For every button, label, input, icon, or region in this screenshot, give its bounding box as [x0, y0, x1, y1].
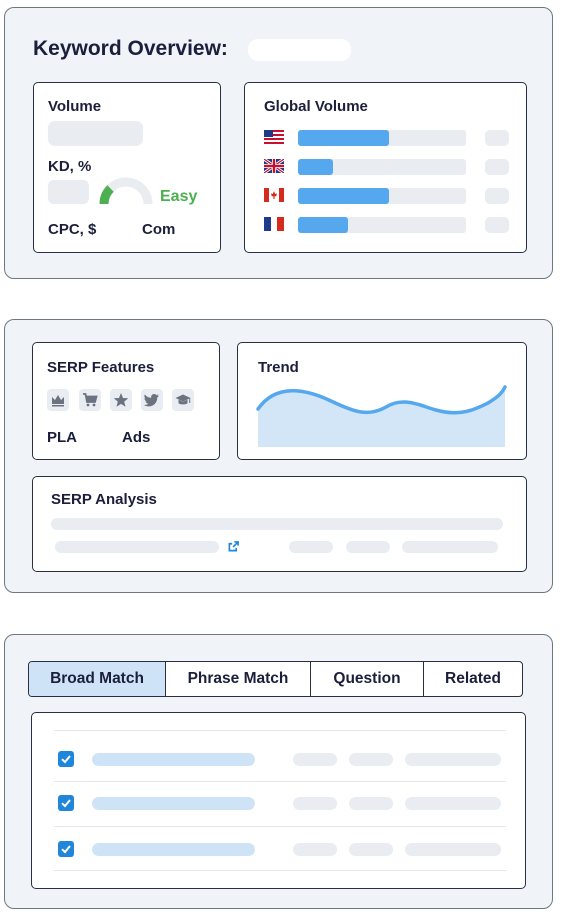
volume-value-placeholder — [48, 121, 143, 146]
row-metric-1a — [293, 753, 337, 766]
serp-result-url — [55, 541, 219, 553]
trend-card: Trend — [237, 342, 527, 460]
global-volume-card: Global Volume — [244, 82, 527, 253]
serp-analysis-label: SERP Analysis — [51, 491, 157, 508]
ca-volume-value — [485, 188, 509, 204]
twitter-icon — [141, 389, 163, 411]
keyword-cell-2 — [92, 797, 255, 810]
graduation-cap-icon — [172, 389, 194, 411]
difficulty-gauge — [99, 177, 153, 205]
kd-value-placeholder — [48, 180, 89, 204]
serp-analysis-bar — [51, 518, 503, 530]
crown-icon — [47, 389, 69, 411]
serp-features-label: SERP Features — [47, 359, 155, 376]
uk-flag-icon — [264, 159, 284, 173]
trend-label: Trend — [258, 359, 299, 376]
us-volume-bar — [298, 130, 466, 146]
keyword-redacted — [248, 39, 351, 61]
table-divider — [54, 730, 506, 731]
uk-volume-bar — [298, 159, 466, 175]
volume-card: Volume KD, % Easy CPC, $ Com — [33, 82, 221, 253]
ca-flag-icon — [264, 188, 284, 202]
keyword-overview-panel: Keyword Overview: Volume KD, % Easy CPC,… — [4, 7, 553, 279]
row-metric-2a — [293, 797, 337, 810]
global-volume-label: Global Volume — [264, 98, 368, 115]
row-metric-3b — [349, 843, 393, 856]
volume-label: Volume — [48, 98, 102, 115]
serp-panel: SERP Features PLA Ads Trend SERP Analysi… — [4, 319, 553, 593]
serp-analysis-card: SERP Analysis — [32, 476, 527, 572]
cpc-label: CPC, $ — [48, 221, 97, 238]
difficulty-text: Easy — [160, 188, 198, 205]
tab-phrase-match[interactable]: Phrase Match — [166, 662, 311, 696]
keyword-table-card — [31, 712, 526, 889]
fr-volume-bar — [298, 217, 466, 233]
table-divider — [54, 781, 506, 782]
serp-metric-2 — [346, 541, 390, 553]
cart-icon — [79, 389, 101, 411]
row-checkbox-3[interactable] — [58, 841, 74, 857]
match-tabs: Broad Match Phrase Match Question Relate… — [28, 661, 523, 697]
page-title: Keyword Overview: — [33, 37, 228, 60]
tab-related[interactable]: Related — [424, 662, 522, 696]
row-checkbox-1[interactable] — [58, 751, 74, 767]
tab-question[interactable]: Question — [311, 662, 424, 696]
fr-flag-icon — [264, 217, 284, 231]
star-icon — [110, 389, 132, 411]
serp-metric-1 — [289, 541, 333, 553]
row-metric-3c — [405, 843, 501, 856]
row-metric-3a — [293, 843, 337, 856]
trend-sparkline — [256, 385, 507, 447]
table-divider — [54, 870, 506, 871]
row-metric-1c — [405, 753, 501, 766]
uk-volume-value — [485, 159, 509, 175]
fr-volume-value — [485, 217, 509, 233]
row-metric-1b — [349, 753, 393, 766]
keyword-cell-3 — [92, 843, 255, 856]
row-metric-2c — [405, 797, 501, 810]
us-flag-icon — [264, 130, 284, 144]
keyword-cell-1 — [92, 753, 255, 766]
keyword-lists-panel: Broad Match Phrase Match Question Relate… — [4, 634, 553, 909]
external-link-icon[interactable] — [228, 541, 239, 552]
tab-broad-match[interactable]: Broad Match — [29, 662, 166, 696]
ads-label: Ads — [122, 429, 151, 446]
pla-label: PLA — [47, 429, 77, 446]
table-divider — [54, 826, 506, 827]
serp-metric-3 — [402, 541, 498, 553]
row-metric-2b — [349, 797, 393, 810]
ca-volume-bar — [298, 188, 466, 204]
kd-label: KD, % — [48, 158, 92, 175]
com-label: Com — [142, 221, 176, 238]
serp-features-card: SERP Features PLA Ads — [32, 342, 220, 460]
us-volume-value — [485, 130, 509, 146]
row-checkbox-2[interactable] — [58, 795, 74, 811]
